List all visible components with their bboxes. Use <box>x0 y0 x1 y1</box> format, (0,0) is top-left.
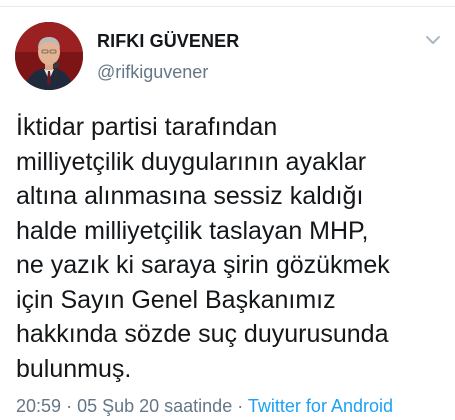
author-display-name[interactable]: RIFKI GÜVENER <box>97 31 239 52</box>
tweet-time: 20:59 <box>16 396 62 416</box>
tweet-card: RIFKI GÜVENER @rifkiguvener İktidar part… <box>0 0 455 420</box>
chevron-down-icon[interactable] <box>424 33 442 47</box>
tweet-source-link[interactable]: Twitter for Android <box>248 396 393 416</box>
meta-separator: · <box>66 396 73 416</box>
tweet-meta: 20:59 · 05 Şub 20 saatinde · Twitter for… <box>16 396 393 417</box>
tweet-date: 05 Şub 20 saatinde <box>77 396 233 416</box>
profile-photo-icon <box>15 22 83 90</box>
author-handle[interactable]: @rifkiguvener <box>97 62 208 83</box>
avatar[interactable] <box>15 22 83 90</box>
meta-separator-2: · <box>237 396 244 416</box>
tweet-text: İktidar partisi tarafından milliyetçilik… <box>16 113 390 383</box>
divider <box>0 6 455 7</box>
